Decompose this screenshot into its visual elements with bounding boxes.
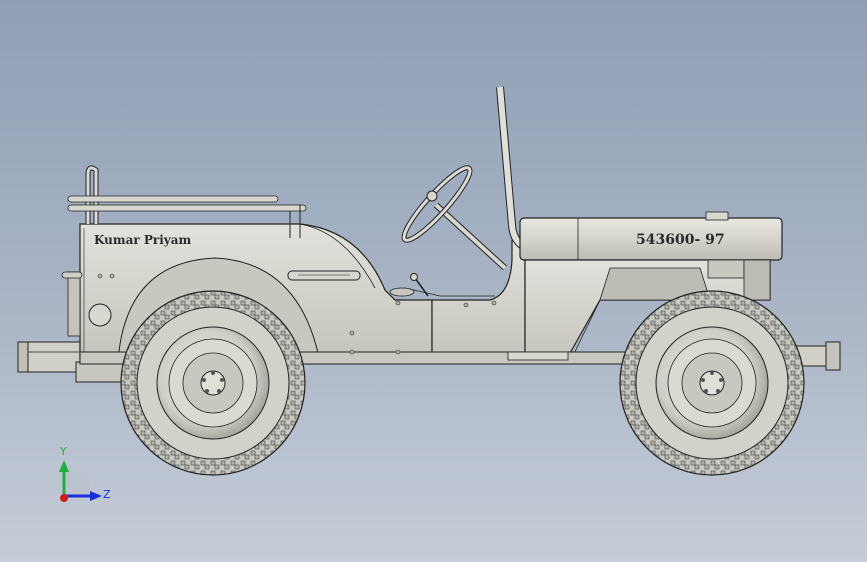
x-axis-origin-icon bbox=[60, 494, 68, 502]
rear-wheel bbox=[120, 290, 306, 476]
side-lettering: Kumar Priyam bbox=[94, 233, 192, 247]
hood-marking: 543600- 97 bbox=[636, 232, 725, 248]
coordinate-triad[interactable]: Y Z bbox=[59, 445, 111, 502]
steering-wheel bbox=[401, 165, 508, 271]
front-wheel bbox=[619, 290, 805, 476]
triad-plane-icon bbox=[64, 468, 92, 496]
cad-viewport[interactable]: Kumar Priyam 543600- 97 Y Z bbox=[0, 0, 867, 562]
hood: 543600- 97 bbox=[519, 211, 783, 261]
y-axis-label: Y bbox=[59, 445, 67, 458]
y-axis-arrowhead-icon bbox=[59, 460, 69, 472]
jeep-model[interactable]: Kumar Priyam 543600- 97 bbox=[17, 86, 841, 476]
z-axis-arrowhead-icon bbox=[90, 491, 102, 501]
z-axis-label: Z bbox=[103, 488, 111, 501]
